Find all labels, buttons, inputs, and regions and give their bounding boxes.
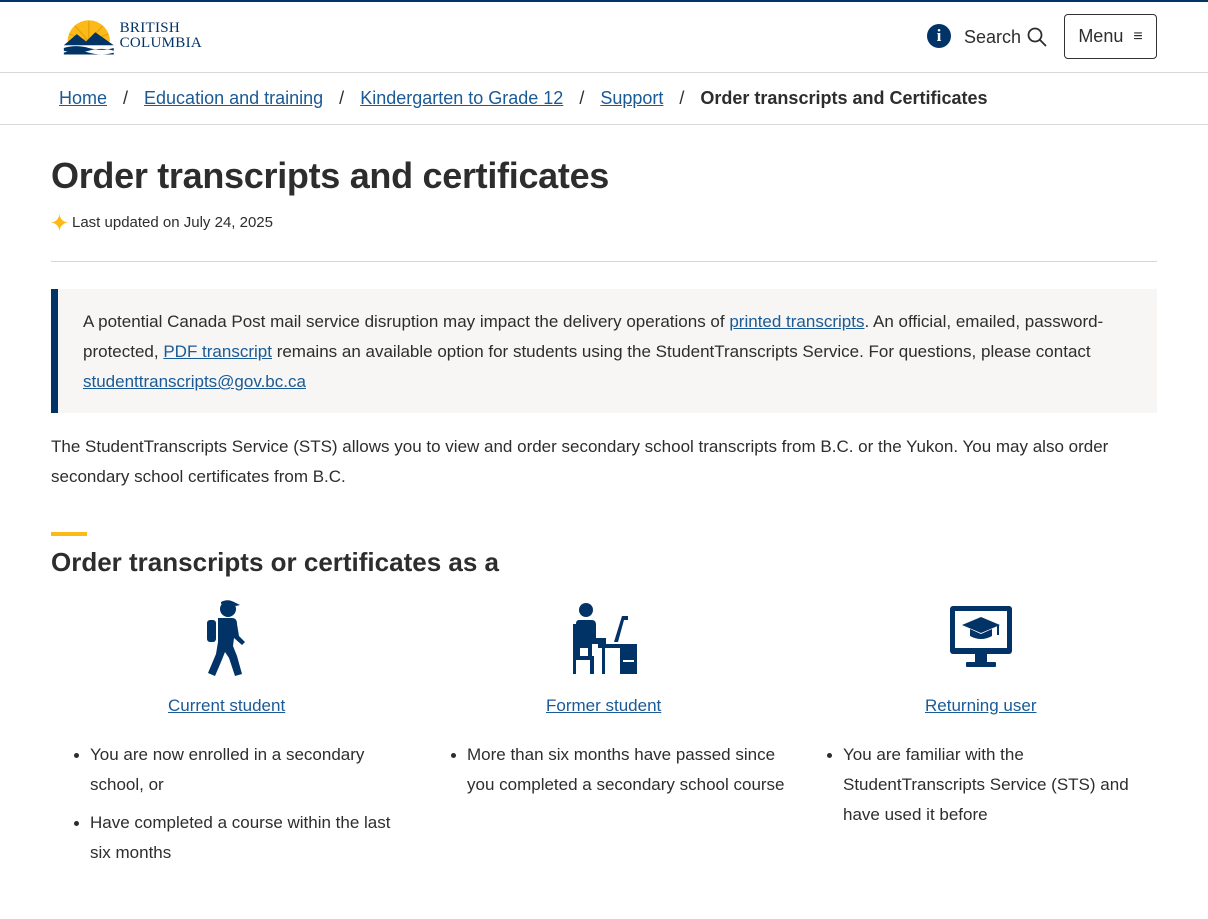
bc-sun-mountain-icon bbox=[63, 20, 114, 55]
list-item: You are now enrolled in a secondary scho… bbox=[51, 740, 396, 800]
printed-transcripts-link[interactable]: printed transcripts bbox=[729, 312, 864, 331]
list-item: Have completed a course within the last … bbox=[51, 808, 396, 868]
hamburger-icon: ≡ bbox=[1133, 27, 1143, 45]
page-title: Order transcripts and certificates bbox=[51, 155, 610, 196]
sparkle-icon bbox=[51, 214, 68, 231]
search-button[interactable]: Search bbox=[964, 24, 1047, 50]
current-student-link[interactable]: Current student bbox=[168, 696, 285, 716]
menu-button[interactable]: Menu ≡ bbox=[1064, 14, 1157, 59]
site-header: BRITISH COLUMBIA i Search Menu ≡ bbox=[0, 2, 1208, 73]
breadcrumb-bar: Home / Education and training / Kinderga… bbox=[0, 74, 1208, 125]
returning-user-link[interactable]: Returning user bbox=[925, 696, 1037, 716]
former-student-link[interactable]: Former student bbox=[546, 696, 661, 716]
former-student-list: More than six months have passed since y… bbox=[428, 740, 788, 808]
breadcrumb-home[interactable]: Home bbox=[59, 88, 107, 109]
list-item: More than six months have passed since y… bbox=[428, 740, 788, 800]
breadcrumb-support[interactable]: Support bbox=[600, 88, 663, 109]
breadcrumb-separator: / bbox=[579, 88, 585, 108]
breadcrumb-separator: / bbox=[339, 88, 345, 108]
section-accent-bar bbox=[51, 532, 87, 536]
email-link[interactable]: studenttranscripts@gov.bc.ca bbox=[83, 372, 306, 391]
breadcrumb: Home / Education and training / Kinderga… bbox=[59, 88, 988, 109]
breadcrumb-separator: / bbox=[123, 88, 129, 108]
list-item: You are familiar with the StudentTranscr… bbox=[804, 740, 1154, 830]
bc-logo[interactable]: BRITISH COLUMBIA bbox=[62, 14, 202, 58]
notice-text: A potential Canada Post mail service dis… bbox=[83, 307, 1123, 397]
logo-line-british: BRITISH bbox=[119, 20, 181, 36]
notice-text-part: A potential Canada Post mail service dis… bbox=[83, 312, 730, 331]
search-label: Search bbox=[964, 26, 1022, 47]
walking-student-icon bbox=[187, 598, 269, 680]
divider bbox=[51, 261, 1157, 262]
desk-student-icon bbox=[562, 598, 644, 680]
breadcrumb-separator: / bbox=[679, 88, 685, 108]
breadcrumb-k-12[interactable]: Kindergarten to Grade 12 bbox=[360, 88, 563, 109]
current-student-list: You are now enrolled in a secondary scho… bbox=[51, 740, 396, 876]
section-title: Order transcripts or certificates as a bbox=[51, 547, 499, 577]
search-icon bbox=[1027, 27, 1047, 47]
pdf-transcript-link[interactable]: PDF transcript bbox=[163, 342, 272, 361]
breadcrumb-education-and-training[interactable]: Education and training bbox=[144, 88, 323, 109]
logo-line-columbia: COLUMBIA bbox=[119, 35, 202, 51]
monitor-graduation-icon bbox=[940, 598, 1022, 680]
intro-paragraph: The StudentTranscripts Service (STS) all… bbox=[51, 437, 1109, 486]
menu-label: Menu bbox=[1078, 26, 1124, 46]
info-icon[interactable]: i bbox=[927, 24, 951, 48]
last-updated: Last updated on July 24, 2025 bbox=[51, 214, 273, 231]
returning-user-list: You are familiar with the StudentTranscr… bbox=[804, 740, 1154, 838]
breadcrumb-current: Order transcripts and Certificates bbox=[700, 88, 988, 108]
notice-text-part: remains an available option for students… bbox=[271, 342, 1091, 361]
last-updated-text: Last updated on July 24, 2025 bbox=[72, 214, 273, 231]
service-notice: A potential Canada Post mail service dis… bbox=[51, 289, 1157, 413]
